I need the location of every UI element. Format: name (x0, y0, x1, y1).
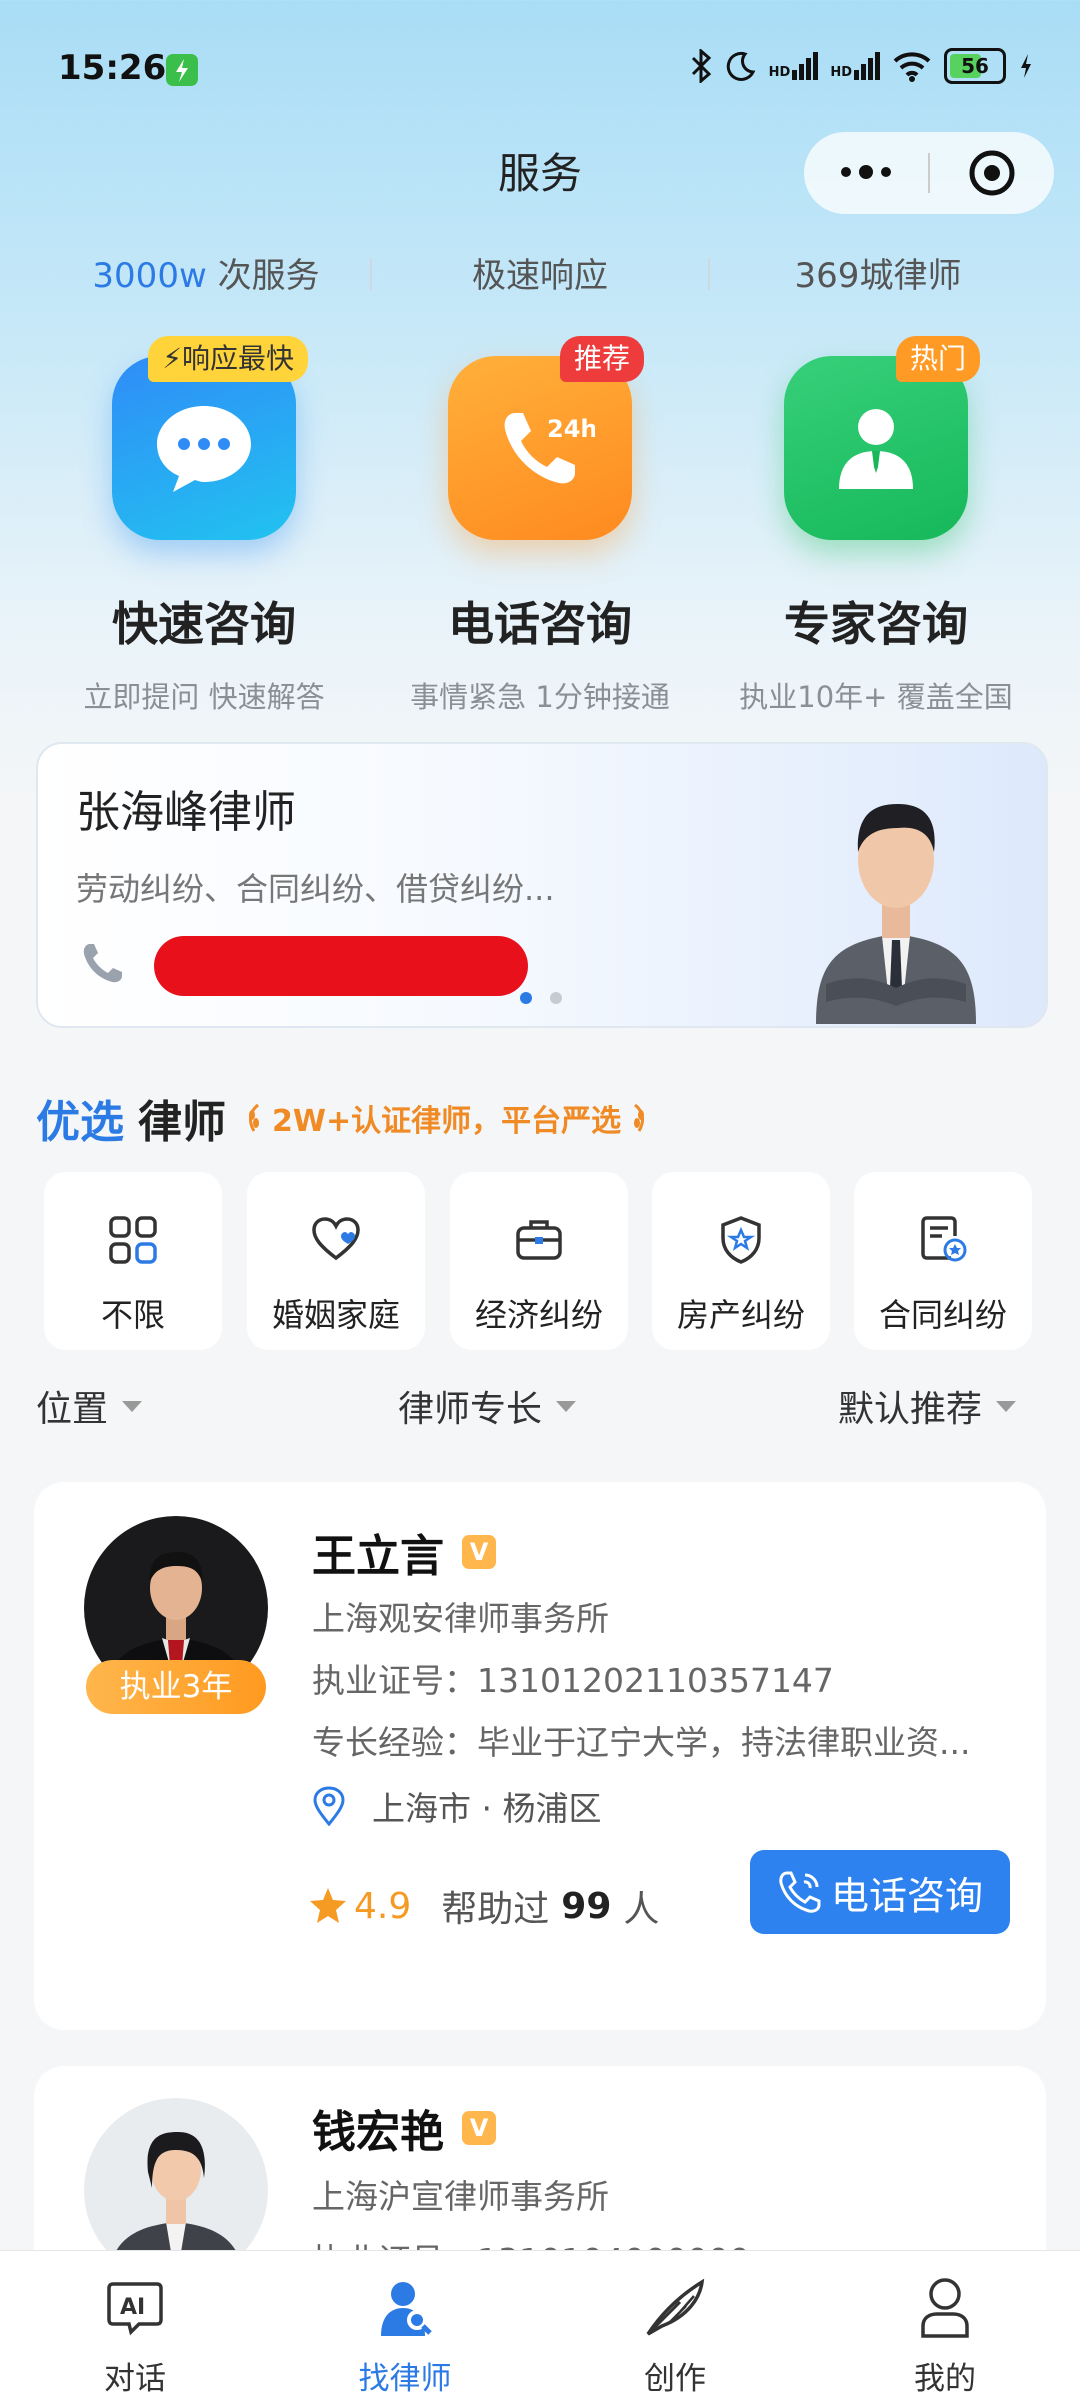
featured-lawyer-banner[interactable]: 张海峰律师 劳动纠纷、合同纠纷、借贷纠纷... (36, 742, 1048, 1028)
filter-sort[interactable]: 默认推荐 (838, 1380, 1017, 1432)
phone-icon (80, 940, 126, 990)
feather-pen-icon (540, 2271, 810, 2345)
category-label: 合同纠纷 (878, 1296, 1007, 1334)
lawyer-location: 上海市 · 杨浦区 (312, 1782, 601, 1830)
section-title: 优选 律师 (36, 1097, 226, 1148)
category-all[interactable]: 不限 (44, 1172, 222, 1350)
tab-label: 我的 (914, 2361, 976, 2397)
signal-icon-2: HD (830, 52, 880, 80)
category-property[interactable]: 房产纠纷 (652, 1172, 830, 1350)
badge-recommend: 推荐 (559, 336, 644, 382)
service-sub: 事情紧急 1分钟接通 (410, 680, 670, 714)
filter-location[interactable]: 位置 (36, 1380, 143, 1432)
tab-label: 创作 (644, 2361, 706, 2397)
service-sub: 执业10年+ 覆盖全国 (739, 680, 1013, 714)
profile-icon (810, 2271, 1080, 2345)
lawyer-firm: 上海沪宣律师事务所 (312, 2177, 609, 2216)
service-name: 专家咨询 (784, 597, 968, 651)
laurel-right-icon (634, 1103, 645, 1132)
stat-response: 极速响应 (472, 256, 608, 296)
redacted-phone-number (154, 936, 528, 996)
section-slogan: 2W+认证律师，平台严选 (244, 1096, 649, 1140)
tab-chat[interactable]: AI 对话 (0, 2271, 270, 2398)
filter-expertise[interactable]: 律师专长 (398, 1380, 577, 1432)
caret-down-icon (122, 1400, 143, 1412)
tab-label: 找律师 (358, 2361, 452, 2397)
carousel-dot-active (520, 992, 532, 1004)
category-label: 婚姻家庭 (271, 1296, 400, 1334)
service-name: 快速咨询 (112, 597, 296, 651)
find-lawyer-icon (270, 2271, 540, 2345)
svg-text:AI: AI (120, 2295, 145, 2320)
service-quick-consult[interactable]: ⚡响应最快 快速咨询 立即提问 快速解答 (34, 336, 374, 716)
grid-icon (44, 1204, 222, 1276)
lawyer-name: 钱宏艳 V (312, 2096, 496, 2160)
star-icon (310, 1888, 346, 1923)
tab-me[interactable]: 我的 (810, 2271, 1080, 2398)
category-economic[interactable]: 经济纠纷 (450, 1172, 628, 1350)
heart-icon (247, 1204, 425, 1276)
badge-hot: 热门 (895, 336, 980, 382)
service-sub: 立即提问 快速解答 (83, 680, 325, 714)
tab-label: 对话 (104, 2361, 166, 2397)
years-badge: 执业3年 (86, 1660, 266, 1714)
lawyer-license: 执业证号：13101202110357147 (312, 1661, 834, 1700)
stat-services: 3000w 次服务 (92, 256, 320, 296)
more-button[interactable] (804, 165, 928, 179)
category-contract[interactable]: 合同纠纷 (854, 1172, 1032, 1350)
close-miniapp-button[interactable] (930, 148, 1054, 198)
service-expert-consult[interactable]: 热门 专家咨询 执业10年+ 覆盖全国 (706, 336, 1046, 716)
phone-24h-icon: 24h 推荐 (448, 336, 644, 540)
category-label: 经济纠纷 (474, 1296, 603, 1334)
verified-v-icon: V (462, 2111, 496, 2145)
wifi-icon (893, 52, 931, 82)
location-pin-icon (313, 1786, 345, 1826)
expert-person-icon: 热门 (784, 336, 980, 540)
lawyer-name: 王立言 V (312, 1520, 496, 1584)
miniapp-capsule (804, 132, 1054, 214)
category-marriage[interactable]: 婚姻家庭 (247, 1172, 425, 1350)
tab-create[interactable]: 创作 (540, 2271, 810, 2398)
lawyer-firm: 上海观安律师事务所 (312, 1599, 609, 1638)
shield-star-icon (652, 1204, 830, 1276)
lawyer-card[interactable]: 执业3年 王立言 V 上海观安律师事务所 执业证号：131012021103571… (34, 1482, 1046, 2030)
lawyer-experience: 专长经验：毕业于辽宁大学，持法律职业资... (312, 1723, 971, 1762)
phone-consult-button[interactable]: 电话咨询 (750, 1850, 1010, 1934)
caret-down-icon (996, 1400, 1017, 1412)
ai-chat-icon: AI (0, 2271, 270, 2345)
chat-bubble-icon: ⚡响应最快 (112, 336, 308, 540)
bluetooth-icon (691, 49, 711, 83)
phone-call-icon (779, 1871, 821, 1913)
carousel-dot (550, 992, 562, 1004)
badge-fastest: ⚡响应最快 (148, 336, 308, 382)
charging-bolt-icon (1021, 54, 1031, 78)
stat-cities: 369城律师 (794, 256, 962, 296)
service-name: 电话咨询 (448, 597, 632, 651)
tab-find-lawyer[interactable]: 找律师 (270, 2271, 540, 2398)
target-icon (969, 150, 1015, 196)
banner-practice-areas: 劳动纠纷、合同纠纷、借贷纠纷... (76, 870, 555, 908)
category-label: 房产纠纷 (676, 1296, 805, 1334)
moon-icon (726, 51, 755, 81)
lawyer-photo (786, 752, 1006, 1026)
banner-lawyer-name: 张海峰律师 (76, 787, 296, 838)
status-time: 15:26 (58, 48, 167, 88)
svg-text:24h: 24h (547, 415, 595, 443)
charging-icon (166, 54, 198, 86)
category-label: 不限 (100, 1296, 165, 1334)
battery-icon: 56 (944, 48, 1006, 84)
service-phone-consult[interactable]: 24h 推荐 电话咨询 事情紧急 1分钟接通 (370, 336, 710, 716)
bottom-tab-bar: AI 对话 找律师 创作 我的 (0, 2250, 1080, 2401)
briefcase-icon (450, 1204, 628, 1276)
contract-icon (854, 1204, 1032, 1276)
status-icons: HD HD 56 (689, 46, 1034, 86)
caret-down-icon (556, 1400, 577, 1412)
signal-icon: HD (769, 52, 819, 80)
laurel-left-icon (249, 1103, 259, 1132)
lawyer-rating: 4.9 帮助过 99 人 (308, 1880, 659, 1932)
verified-v-icon: V (462, 1535, 496, 1569)
